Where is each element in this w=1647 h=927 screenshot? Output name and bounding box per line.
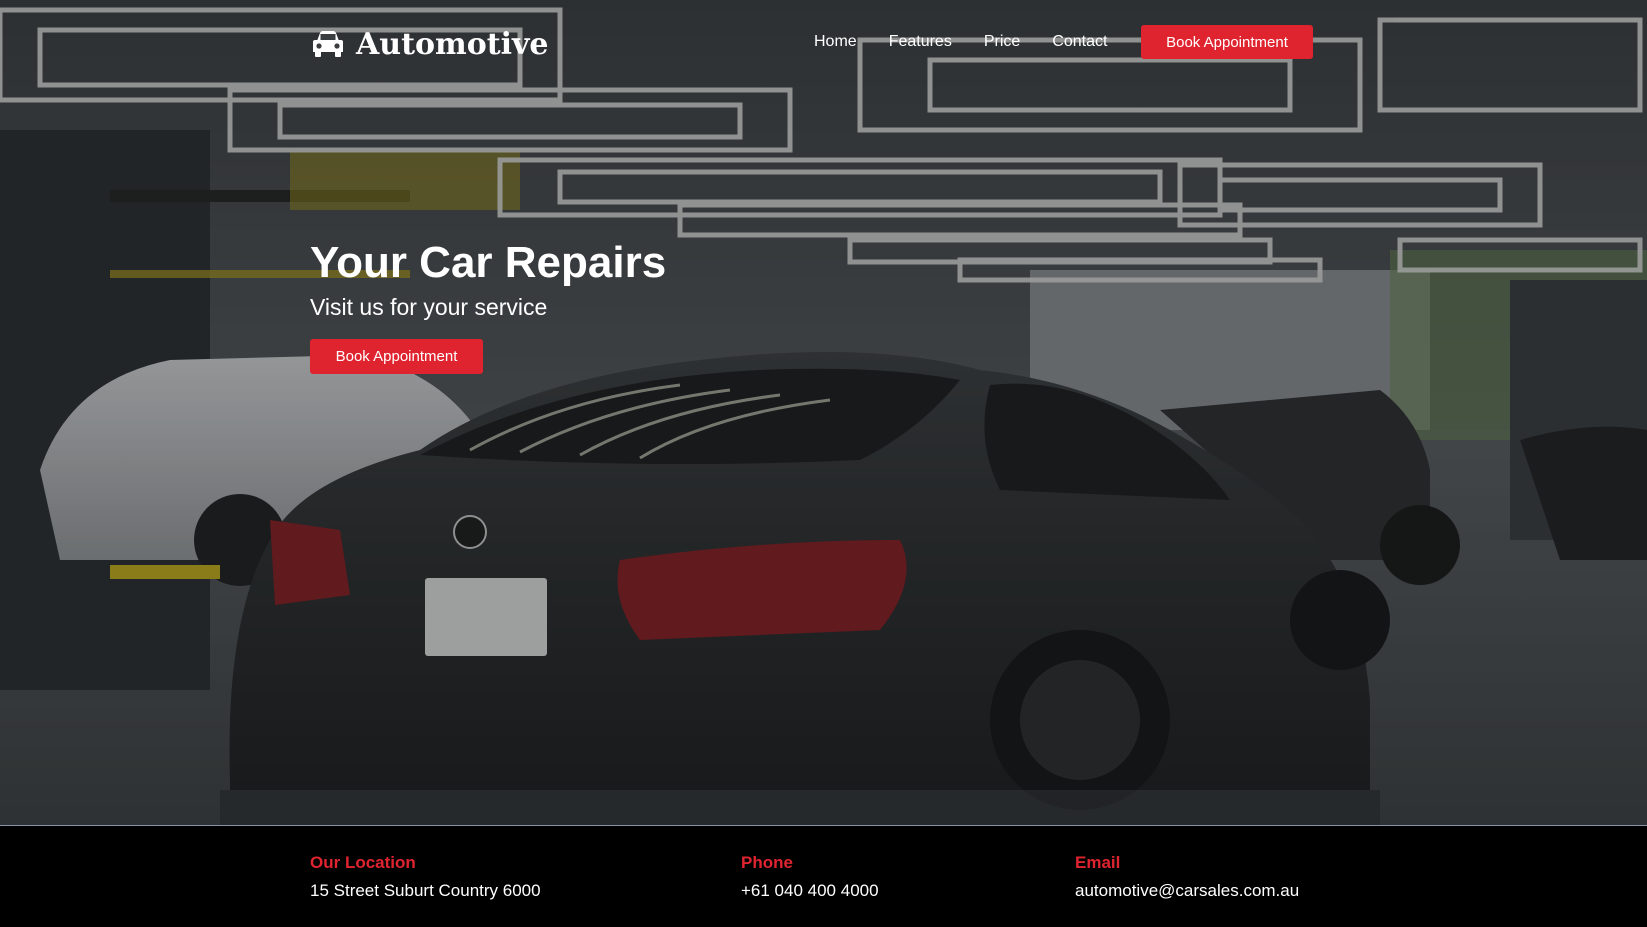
hero-title: Your Car Repairs [310,238,667,287]
email-value[interactable]: automotive@carsales.com.au [1075,880,1299,902]
nav-link-contact[interactable]: Contact [1052,24,1107,60]
nav-link-features[interactable]: Features [889,24,952,60]
location-info: Our Location 15 Street Suburt Country 60… [310,852,541,902]
hero-section: Automotive Home Features Price Contact B… [0,0,1647,826]
hero-dark-overlay [0,0,1647,826]
nav-link-home[interactable]: Home [814,24,857,60]
nav-link-price[interactable]: Price [984,24,1020,60]
brand-logo[interactable]: Automotive [310,24,548,64]
main-nav: Home Features Price Contact [814,24,1139,60]
phone-info: Phone +61 040 400 4000 [741,852,879,902]
car-icon [313,31,343,57]
phone-value[interactable]: +61 040 400 4000 [741,880,879,902]
hero-book-appointment-button[interactable]: Book Appointment [310,339,483,374]
location-label: Our Location [310,853,416,872]
brand-name: Automotive [356,26,549,62]
phone-label: Phone [741,853,793,872]
email-label: Email [1075,853,1121,872]
location-value: 15 Street Suburt Country 6000 [310,881,541,900]
email-info: Email automotive@carsales.com.au [1075,852,1299,902]
hero-subtitle: Visit us for your service [310,294,548,320]
nav-book-appointment-button[interactable]: Book Appointment [1141,25,1313,59]
contact-info-bar: Our Location 15 Street Suburt Country 60… [0,826,1647,927]
